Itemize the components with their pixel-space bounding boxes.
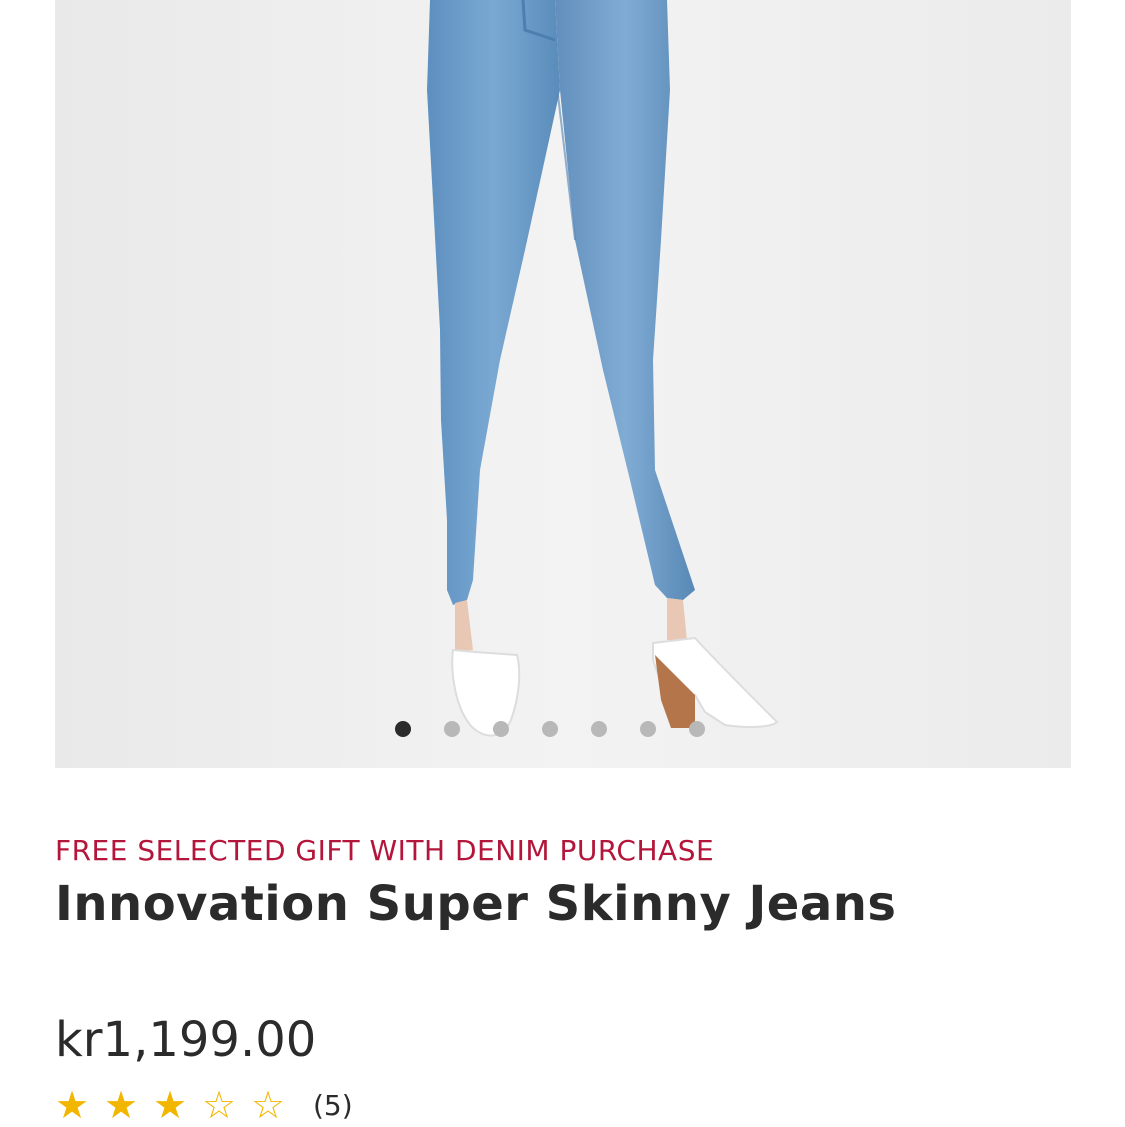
carousel-dot[interactable] (591, 721, 607, 737)
product-photo-jeans (55, 0, 1071, 768)
carousel-dot[interactable] (444, 721, 460, 737)
carousel-dot[interactable] (640, 721, 656, 737)
promo-banner-text[interactable]: FREE SELECTED GIFT WITH DENIM PURCHASE (55, 834, 714, 867)
carousel-dot[interactable] (493, 721, 509, 737)
product-price: kr1,199.00 (55, 1012, 317, 1068)
carousel-dot[interactable] (395, 721, 411, 737)
star-empty-icon: ☆ (202, 1083, 237, 1127)
product-rating[interactable]: ★ ★ ★ ☆ ☆ (5) (55, 1083, 353, 1127)
star-empty-icon: ☆ (251, 1083, 286, 1127)
carousel-dots (395, 721, 738, 737)
carousel-dot[interactable] (542, 721, 558, 737)
product-image[interactable] (55, 0, 1071, 768)
star-filled-icon: ★ (153, 1083, 188, 1127)
review-count[interactable]: (5) (313, 1089, 353, 1122)
star-filled-icon: ★ (104, 1083, 139, 1127)
star-filled-icon: ★ (55, 1083, 90, 1127)
carousel-dot[interactable] (689, 721, 705, 737)
product-title: Innovation Super Skinny Jeans (55, 876, 897, 932)
